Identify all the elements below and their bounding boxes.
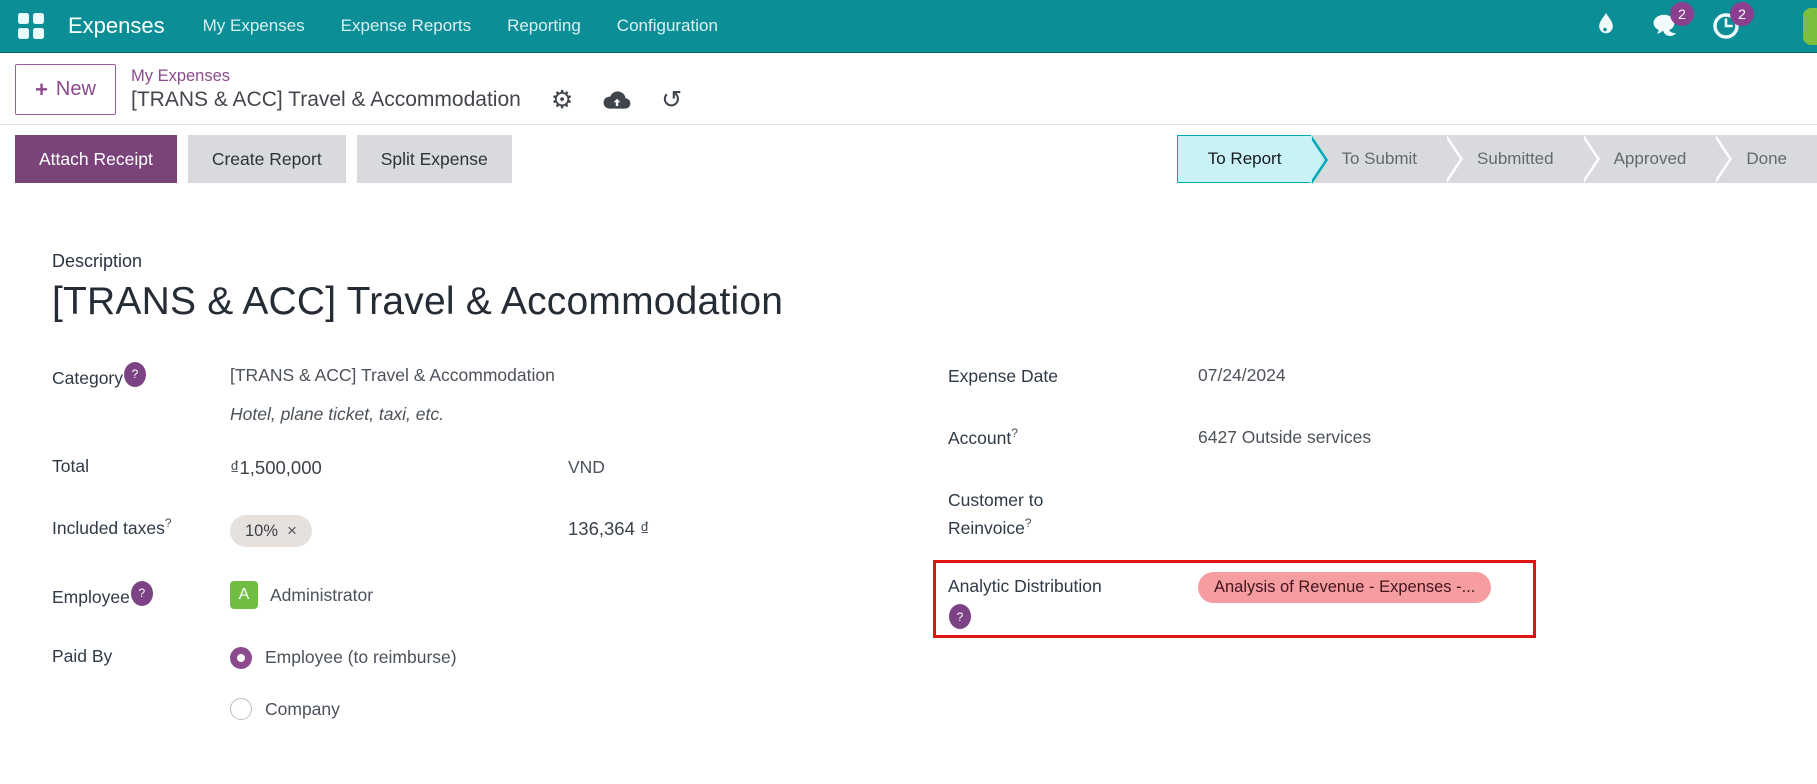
radio-selected-icon[interactable]: [230, 646, 252, 669]
expense-date-label: Expense Date: [948, 366, 1058, 386]
category-help-icon[interactable]: ?: [124, 362, 147, 387]
breadcrumb-parent-link[interactable]: My Expenses: [131, 66, 682, 87]
analytic-distribution-tag[interactable]: Analysis of Revenue - Expenses -...: [1198, 572, 1492, 603]
analytic-distribution-help-icon[interactable]: ?: [949, 604, 971, 629]
tax-tag[interactable]: 10% ×: [230, 515, 312, 548]
employee-avatar: A: [230, 581, 258, 610]
nav-item-configuration[interactable]: Configuration: [617, 16, 718, 36]
nav-menu: My Expenses Expense Reports Reporting Co…: [203, 16, 718, 36]
category-label: Category?: [52, 362, 202, 391]
split-expense-button[interactable]: Split Expense: [356, 135, 512, 183]
included-taxes-help[interactable]: ?: [165, 516, 172, 530]
stage-to-submit[interactable]: To Submit: [1311, 135, 1464, 183]
gear-icon[interactable]: ⚙: [551, 87, 573, 113]
top-navbar: Expenses My Expenses Expense Reports Rep…: [0, 0, 1817, 53]
category-row: Category? [TRANS & ACC] Travel & Accommo…: [52, 362, 948, 428]
total-row: Total ₫1,500,000 VND: [52, 454, 948, 482]
form-right-column: Expense Date 07/24/2024 Account? 6427 Ou…: [933, 362, 1817, 781]
status-pipeline: To Report To Submit Submitted Approved D…: [1176, 135, 1817, 184]
stage-to-report[interactable]: To Report: [1176, 135, 1329, 184]
messages-icon[interactable]: 2: [1651, 2, 1694, 41]
apps-menu-icon[interactable]: [18, 13, 44, 39]
employee-value[interactable]: A Administrator: [230, 581, 373, 610]
expense-form-page: Expenses My Expenses Expense Reports Rep…: [0, 0, 1817, 784]
nav-item-my-expenses[interactable]: My Expenses: [203, 16, 305, 36]
discard-refresh-icon[interactable]: ↺: [661, 87, 682, 113]
new-button[interactable]: + New: [15, 64, 116, 115]
employee-help-icon[interactable]: ?: [130, 581, 153, 607]
breadcrumb-bar: + New My Expenses [TRANS & ACC] Travel &…: [0, 53, 1817, 124]
nav-item-reporting[interactable]: Reporting: [507, 16, 581, 36]
nav-item-expense-reports[interactable]: Expense Reports: [341, 16, 471, 36]
expense-date-value[interactable]: 07/24/2024: [1198, 362, 1286, 388]
account-value[interactable]: 6427 Outside services: [1198, 424, 1371, 450]
messages-badge: 2: [1670, 2, 1694, 26]
total-amount[interactable]: ₫1,500,000: [230, 454, 568, 482]
tax-amount: 136,364 ₫: [568, 518, 650, 540]
expense-title[interactable]: [TRANS & ACC] Travel & Accommodation: [52, 280, 1817, 324]
app-title: Expenses: [68, 13, 165, 38]
customer-to-reinvoice-label: Customer to Reinvoice?: [948, 490, 1044, 538]
account-label: Account?: [948, 426, 1018, 448]
total-label: Total: [52, 455, 89, 476]
action-strip: Attach Receipt Create Report Split Expen…: [0, 124, 1817, 193]
annotation-box: Analytic Distribution ? Analysis of Reve…: [933, 560, 1536, 638]
description-label: Description: [52, 251, 143, 271]
attach-receipt-button[interactable]: Attach Receipt: [15, 135, 177, 183]
stage-approved[interactable]: Approved: [1583, 135, 1733, 183]
activities-clock-icon[interactable]: 2: [1711, 2, 1754, 41]
category-hint: Hotel, plane ticket, taxi, etc.: [230, 404, 444, 425]
droplet-icon[interactable]: [1591, 11, 1621, 41]
employee-row: Employee? A Administrator: [52, 581, 948, 610]
tax-remove-icon[interactable]: ×: [287, 521, 297, 541]
cloud-save-icon[interactable]: [603, 90, 631, 111]
breadcrumb: My Expenses [TRANS & ACC] Travel & Accom…: [131, 66, 682, 112]
included-taxes-label: Included taxes?: [52, 516, 172, 539]
breadcrumb-current: [TRANS & ACC] Travel & Accommodation: [131, 88, 521, 112]
paid-by-option-employee[interactable]: Employee (to reimburse): [230, 644, 457, 670]
activities-badge: 2: [1730, 2, 1754, 26]
analytic-distribution-label: Analytic Distribution ?: [948, 572, 1118, 629]
user-avatar[interactable]: [1803, 8, 1817, 45]
paid-by-row: Paid By Employee (to reimburse) Company: [52, 644, 948, 747]
form-sheet: Description [TRANS & ACC] Travel & Accom…: [0, 193, 1817, 781]
currency-value[interactable]: VND: [568, 454, 605, 480]
stage-submitted[interactable]: Submitted: [1447, 135, 1600, 183]
nav-right-icons: 2 2: [1591, 2, 1754, 41]
paid-by-option-company[interactable]: Company: [230, 696, 457, 722]
radio-unselected-icon[interactable]: [230, 697, 252, 720]
employee-label: Employee?: [52, 581, 202, 610]
account-row: Account? 6427 Outside services: [948, 424, 1817, 452]
account-help[interactable]: ?: [1011, 426, 1018, 440]
plus-icon: +: [35, 76, 48, 102]
customer-to-reinvoice-help[interactable]: ?: [1025, 516, 1032, 530]
paid-by-label: Paid By: [52, 646, 113, 667]
form-left-column: Category? [TRANS & ACC] Travel & Accommo…: [52, 362, 948, 781]
create-report-button[interactable]: Create Report: [187, 135, 346, 183]
expense-date-row: Expense Date 07/24/2024: [948, 362, 1817, 390]
category-value[interactable]: [TRANS & ACC] Travel & Accommodation Hot…: [230, 362, 555, 428]
included-taxes-row: Included taxes? 10% × 136,364 ₫: [52, 515, 948, 548]
new-button-label: New: [55, 78, 96, 100]
customer-to-reinvoice-row: Customer to Reinvoice?: [948, 486, 1817, 542]
